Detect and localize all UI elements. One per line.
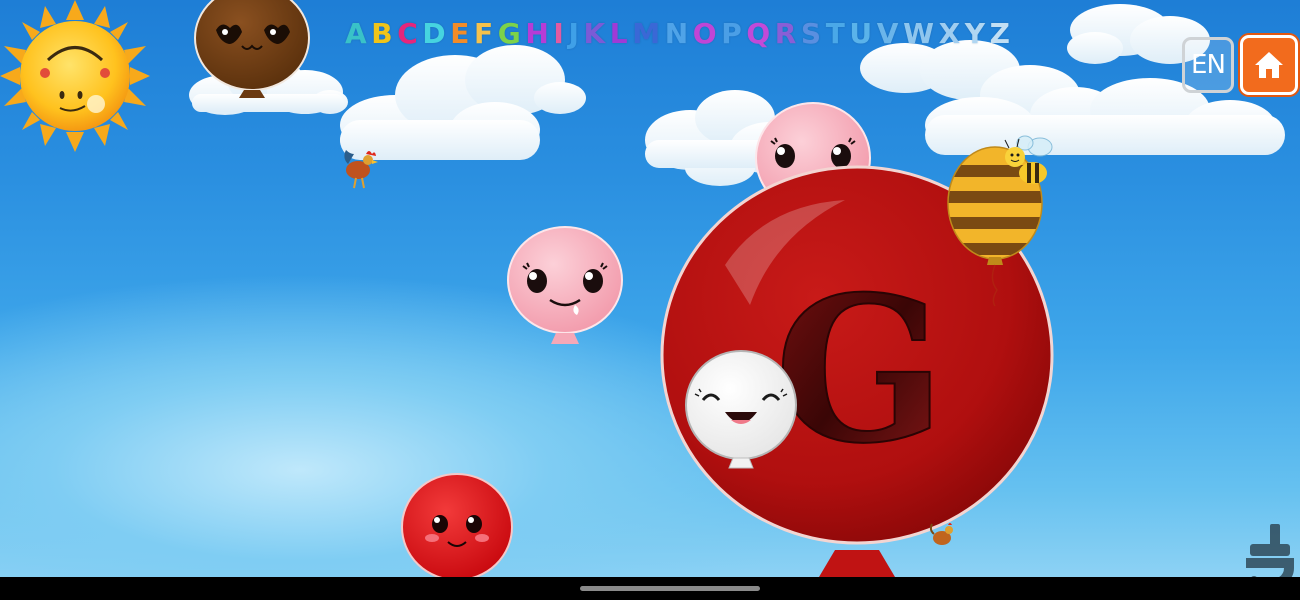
store-logo-icon — [1246, 524, 1294, 577]
alphabet-letter-g: G — [497, 17, 521, 50]
pink-balloon[interactable] — [505, 225, 625, 350]
sun-face-icon[interactable] — [0, 0, 150, 155]
brown-balloon[interactable] — [192, 0, 312, 102]
alphabet-letter-c: C — [397, 17, 418, 50]
alphabet-letter-z: Z — [989, 17, 1010, 50]
alphabet-letter-n: N — [664, 17, 689, 50]
alphabet-letter-i: I — [553, 17, 564, 50]
alphabet-letter-y: Y — [964, 17, 986, 50]
alphabet-letter-t: T — [825, 17, 845, 50]
alphabet-letter-m: M — [632, 17, 661, 50]
alphabet-letter-j: J — [568, 17, 579, 50]
home-icon — [1255, 52, 1283, 78]
alphabet-letter-e: E — [450, 17, 470, 50]
alphabet-letter-q: Q — [746, 17, 771, 50]
language-label: EN — [1191, 50, 1226, 80]
game-scene[interactable]: ABCDEFGHIJKLMNOPQRSTUVWXYZ G EN — [0, 0, 1300, 577]
rooster-icon — [929, 523, 953, 545]
home-button[interactable] — [1240, 35, 1298, 95]
red-balloon[interactable] — [400, 472, 516, 577]
alphabet-letter-h: H — [525, 17, 549, 50]
alphabet-letter-a: A — [345, 17, 367, 50]
alphabet-letter-o: O — [692, 17, 717, 50]
cloud — [340, 45, 586, 160]
alphabet-letter-x: X — [938, 17, 961, 50]
alphabet-letter-l: L — [609, 17, 628, 50]
rooster-icon — [344, 150, 378, 189]
alphabet-letter-k: K — [583, 17, 606, 50]
white-balloon[interactable] — [683, 350, 801, 472]
bee-balloon[interactable] — [945, 133, 1060, 308]
alphabet-letter-w: W — [903, 17, 934, 50]
alphabet-letter-s: S — [800, 17, 822, 50]
alphabet-letter-f: F — [474, 17, 494, 50]
alphabet-letter-d: D — [422, 17, 446, 50]
language-button[interactable]: EN — [1182, 37, 1234, 93]
alphabet-letter-p: P — [721, 17, 742, 50]
home-gesture-handle[interactable] — [580, 586, 760, 591]
alphabet-letter-b: B — [371, 17, 393, 50]
alphabet-strip: ABCDEFGHIJKLMNOPQRSTUVWXYZ — [345, 14, 1010, 54]
alphabet-letter-v: V — [876, 17, 899, 50]
alphabet-letter-r: R — [774, 17, 797, 50]
alphabet-letter-u: U — [849, 17, 873, 50]
